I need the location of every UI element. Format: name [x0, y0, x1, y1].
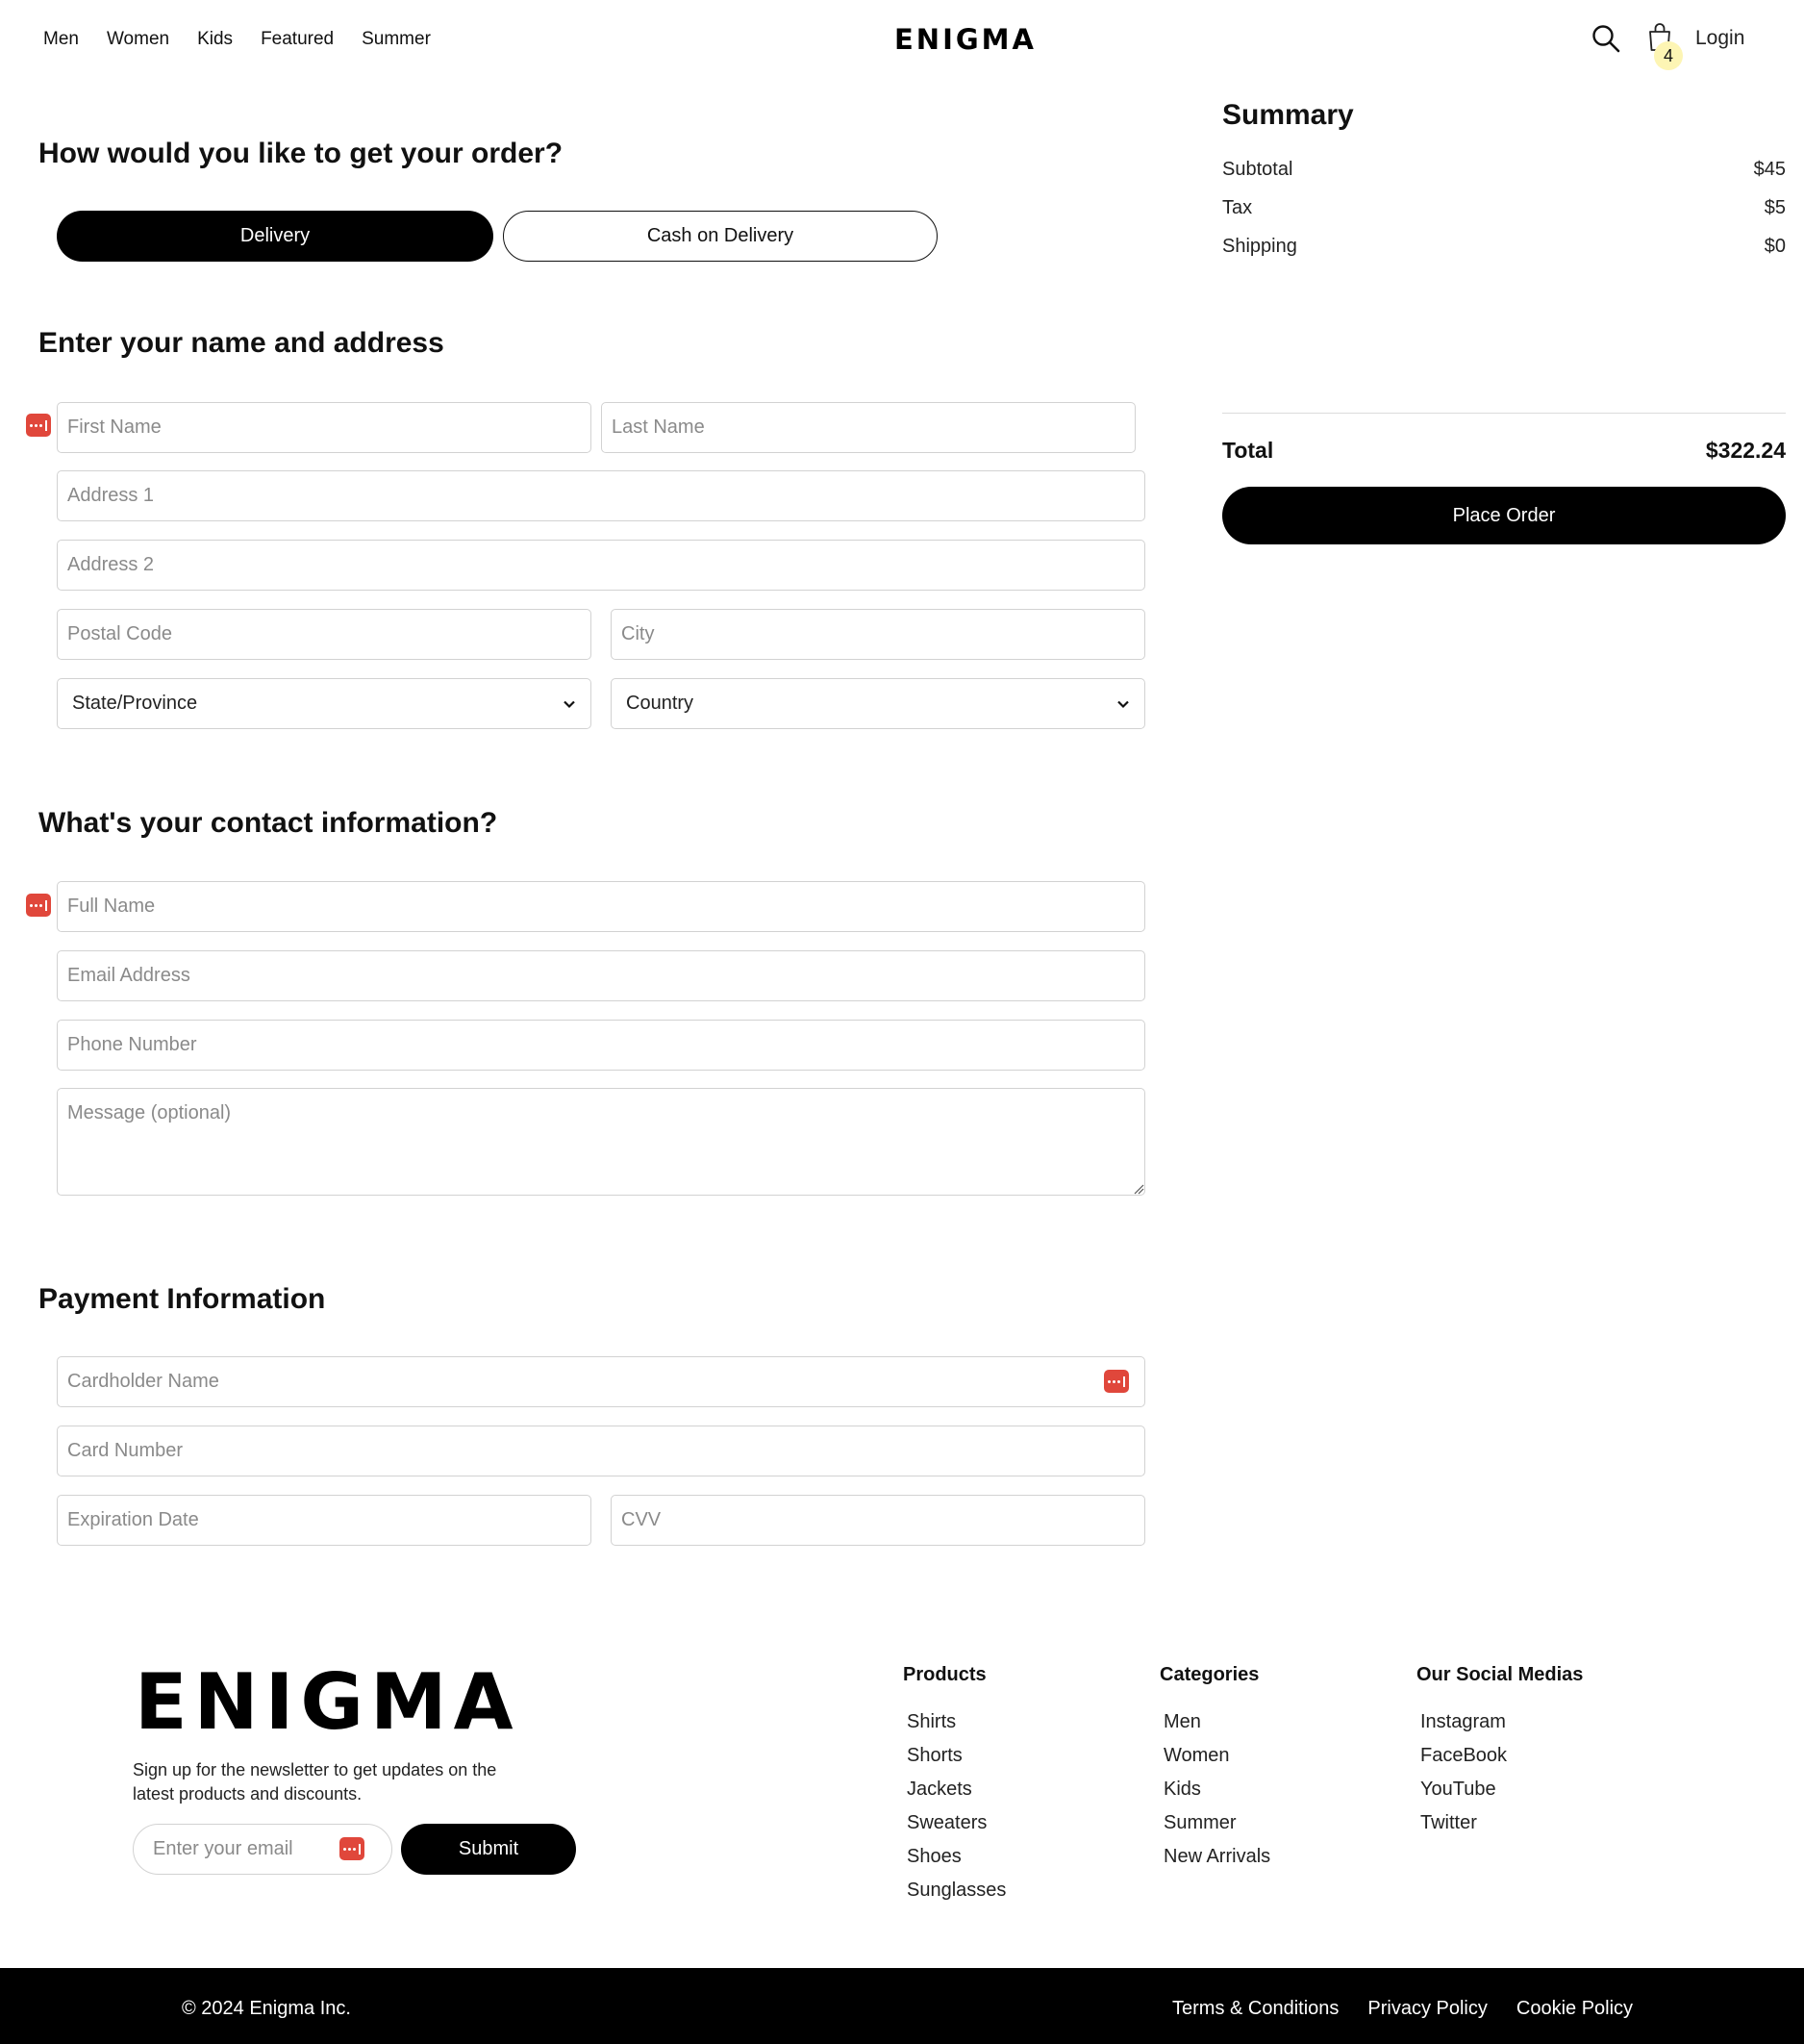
nav-link-women[interactable]: Women: [107, 29, 169, 50]
password-manager-icon[interactable]: [26, 414, 51, 437]
summary-row-shipping: Shipping $0: [1222, 236, 1786, 258]
postal-code-input[interactable]: [57, 609, 591, 660]
login-link[interactable]: Login: [1695, 27, 1744, 50]
summary-row-label: Subtotal: [1222, 159, 1293, 180]
expiration-date-input[interactable]: [57, 1495, 591, 1546]
summary-total-row: Total $322.24: [1222, 438, 1786, 464]
footer-link-twitter[interactable]: Twitter: [1420, 1806, 1583, 1840]
footer-link-sunglasses[interactable]: Sunglasses: [907, 1874, 1006, 1907]
nav-link-summer[interactable]: Summer: [362, 29, 431, 50]
footer-categories-column: Categories Men Women Kids Summer New Arr…: [1160, 1664, 1270, 1874]
footer-link-shorts[interactable]: Shorts: [907, 1739, 1006, 1773]
newsletter-submit-button[interactable]: Submit: [401, 1824, 576, 1875]
cash-on-delivery-option-button[interactable]: Cash on Delivery: [503, 211, 938, 262]
summary-row-label: Shipping: [1222, 236, 1297, 257]
password-manager-icon[interactable]: [26, 894, 51, 917]
nav-link-kids[interactable]: Kids: [197, 29, 233, 50]
cookie-policy-link[interactable]: Cookie Policy: [1516, 1998, 1633, 2020]
city-input[interactable]: [611, 609, 1145, 660]
legal-links: Terms & Conditions Privacy Policy Cookie…: [1172, 1998, 1633, 2020]
total-label: Total: [1222, 438, 1274, 463]
address-heading: Enter your name and address: [38, 327, 444, 359]
footer-link-summer[interactable]: Summer: [1164, 1806, 1270, 1840]
summary-row-tax: Tax $5: [1222, 197, 1786, 219]
email-address-input[interactable]: [57, 950, 1145, 1001]
delivery-option-button[interactable]: Delivery: [57, 211, 493, 262]
place-order-button[interactable]: Place Order: [1222, 487, 1786, 544]
summary-title: Summary: [1222, 99, 1354, 131]
summary-row-subtotal: Subtotal $45: [1222, 159, 1786, 181]
copyright-text: © 2024 Enigma Inc.: [182, 1998, 351, 2019]
footer-link-jackets[interactable]: Jackets: [907, 1773, 1006, 1806]
terms-conditions-link[interactable]: Terms & Conditions: [1172, 1998, 1339, 2020]
contact-heading: What's your contact information?: [38, 807, 498, 839]
message-textarea[interactable]: [57, 1088, 1145, 1196]
main-nav: Men Women Kids Featured Summer: [43, 29, 431, 50]
footer-link-youtube[interactable]: YouTube: [1420, 1773, 1583, 1806]
state-province-select[interactable]: State/Province: [57, 678, 591, 729]
search-icon[interactable]: [1591, 24, 1620, 53]
summary-row-value: $0: [1764, 236, 1786, 257]
phone-number-input[interactable]: [57, 1020, 1145, 1071]
nav-link-featured[interactable]: Featured: [261, 29, 334, 50]
footer-column-title: Products: [903, 1664, 987, 1685]
first-name-input[interactable]: [57, 402, 591, 453]
payment-heading: Payment Information: [38, 1283, 326, 1315]
newsletter-description: Sign up for the newsletter to get update…: [133, 1760, 497, 1804]
card-number-input[interactable]: [57, 1426, 1145, 1476]
cart-button[interactable]: 4: [1644, 22, 1683, 70]
footer-link-shirts[interactable]: Shirts: [907, 1705, 1006, 1739]
address1-input[interactable]: [57, 470, 1145, 521]
footer-link-sweaters[interactable]: Sweaters: [907, 1806, 1006, 1840]
bottom-bar: © 2024 Enigma Inc. Terms & Conditions Pr…: [0, 1968, 1804, 2044]
password-manager-icon[interactable]: [339, 1837, 364, 1860]
chevron-down-icon: [1117, 700, 1129, 708]
resize-grip-icon[interactable]: [1133, 1183, 1144, 1195]
footer-link-facebook[interactable]: FaceBook: [1420, 1739, 1583, 1773]
privacy-policy-link[interactable]: Privacy Policy: [1367, 1998, 1487, 2020]
footer-column-title: Categories: [1160, 1664, 1260, 1685]
header-logo[interactable]: ENIGMA: [894, 23, 1037, 56]
address2-input[interactable]: [57, 540, 1145, 591]
state-province-select-value: State/Province: [72, 693, 198, 714]
footer-social-column: Our Social Medias Instagram FaceBook You…: [1416, 1664, 1583, 1840]
summary-row-label: Tax: [1222, 197, 1253, 218]
order-method-heading: How would you like to get your order?: [38, 138, 564, 169]
cardholder-name-input[interactable]: [57, 1356, 1145, 1407]
cart-count-badge: 4: [1654, 41, 1683, 70]
footer-link-instagram[interactable]: Instagram: [1420, 1705, 1583, 1739]
summary-row-value: $5: [1764, 197, 1786, 218]
footer-link-new-arrivals[interactable]: New Arrivals: [1164, 1840, 1270, 1874]
total-value: $322.24: [1705, 438, 1786, 463]
footer-link-shoes[interactable]: Shoes: [907, 1840, 1006, 1874]
footer-link-men[interactable]: Men: [1164, 1705, 1270, 1739]
cvv-input[interactable]: [611, 1495, 1145, 1546]
last-name-input[interactable]: [601, 402, 1136, 453]
full-name-input[interactable]: [57, 881, 1145, 932]
chevron-down-icon: [564, 700, 575, 708]
password-manager-icon[interactable]: [1104, 1370, 1129, 1393]
footer-logo: ENIGMA: [135, 1657, 520, 1747]
summary-row-value: $45: [1753, 159, 1786, 180]
footer-products-column: Products Shirts Shorts Jackets Sweaters …: [903, 1664, 1006, 1907]
footer-link-women[interactable]: Women: [1164, 1739, 1270, 1773]
footer-link-kids[interactable]: Kids: [1164, 1773, 1270, 1806]
footer-column-title: Our Social Medias: [1416, 1664, 1584, 1685]
nav-link-men[interactable]: Men: [43, 29, 79, 50]
summary-divider: [1222, 413, 1786, 414]
country-select-value: Country: [626, 693, 694, 714]
country-select[interactable]: Country: [611, 678, 1145, 729]
